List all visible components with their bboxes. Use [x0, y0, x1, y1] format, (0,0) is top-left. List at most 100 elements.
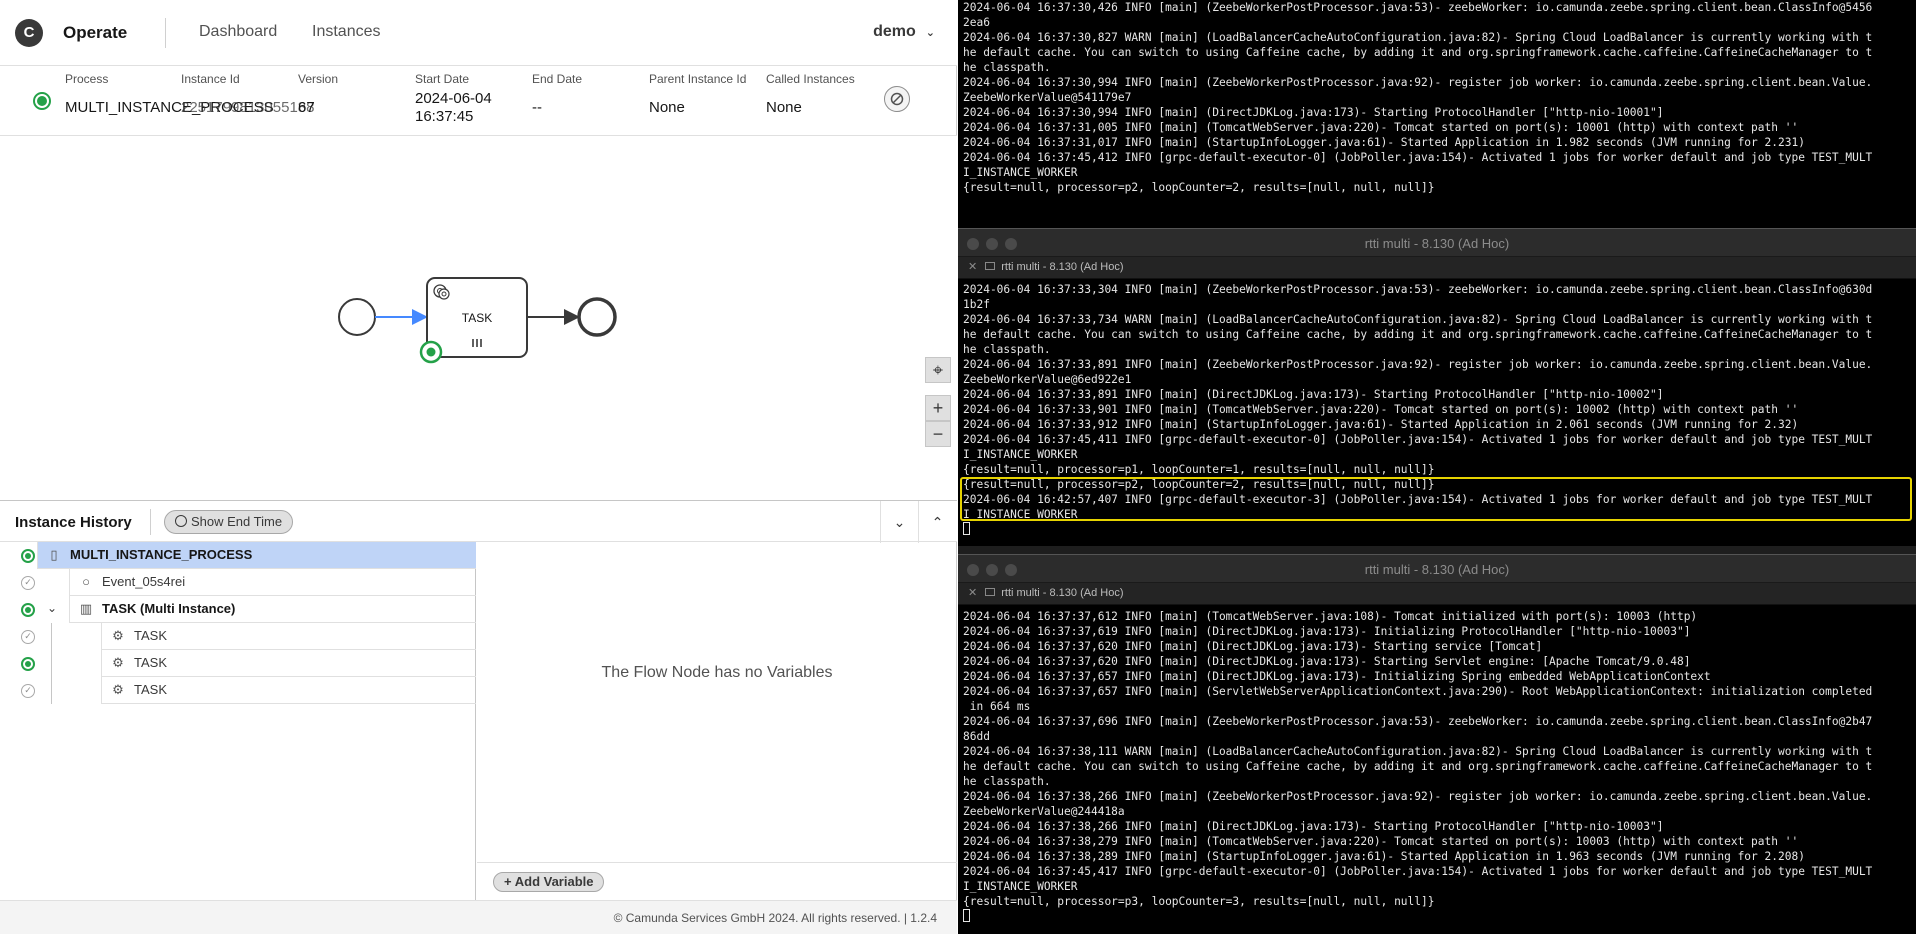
header-start-date: Start Date 2024-06-04 16:37:45: [415, 70, 492, 126]
user-menu[interactable]: demo ⌄: [873, 23, 935, 41]
cancel-instance-button[interactable]: [884, 86, 910, 112]
tree-node[interactable]: ○ Event_05s4rei: [69, 569, 476, 596]
highlight-box: [960, 477, 1912, 521]
tree-row-task-1[interactable]: ✓ ⚙ TASK: [0, 623, 476, 650]
terminal-line: 2024-06-04 16:37:33,891 INFO [main] (Dir…: [963, 388, 1664, 401]
show-end-time-toggle[interactable]: Show End Time: [164, 510, 294, 534]
terminal-line: in 664 ms: [963, 700, 1031, 713]
terminal-window-3[interactable]: rtti multi - 8.130 (Ad Hoc) ✕ rtti multi …: [958, 554, 1916, 934]
start-event-shape[interactable]: [338, 298, 376, 336]
terminal-titlebar[interactable]: rtti multi - 8.130 (Ad Hoc): [958, 229, 1916, 257]
terminal-line: I_INSTANCE_WORKER: [963, 448, 1078, 461]
crosshair-icon: ⌖: [932, 359, 944, 380]
terminal-title: rtti multi - 8.130 (Ad Hoc): [1364, 562, 1510, 577]
camunda-logo-icon[interactable]: C: [15, 19, 43, 47]
state-active-icon: [21, 603, 35, 617]
close-tab-icon[interactable]: ✕: [968, 261, 977, 273]
terminal-line: 2024-06-04 16:37:33,901 INFO [main] (Tom…: [963, 403, 1799, 416]
copyright-text: © Camunda Services GmbH 2024. All rights…: [613, 911, 937, 925]
show-end-time-label: Show End Time: [191, 514, 283, 529]
cancel-icon: [890, 92, 904, 106]
page-footer: © Camunda Services GmbH 2024. All rights…: [0, 900, 957, 934]
terminal-tab-label: rtti multi - 8.130 (Ad Hoc): [1001, 587, 1124, 599]
terminal-window-1[interactable]: 2024-06-04 16:37:30,426 INFO [main] (Zee…: [958, 0, 1916, 228]
terminal-line: he classpath.: [963, 343, 1051, 356]
tree-node[interactable]: ▯ MULTI_INSTANCE_PROCESS: [37, 542, 476, 569]
tree-node-label: TASK: [134, 628, 167, 643]
state-completed-icon: ✓: [21, 684, 35, 698]
collapse-panel-button[interactable]: ⌄: [880, 501, 918, 543]
terminal-line: 2ea6: [963, 16, 990, 29]
terminal-line: 2024-06-04 16:37:37,657 INFO [main] (Dir…: [963, 670, 1711, 683]
start-event-icon: ○: [82, 574, 90, 589]
terminal-line: 2024-06-04 16:37:45,417 INFO [grpc-defau…: [963, 865, 1873, 878]
start-date-label: Start Date: [415, 72, 470, 86]
terminal-line: 2024-06-04 16:37:33,734 WARN [main] (Loa…: [963, 313, 1873, 326]
terminal-line: 2024-06-04 16:37:38,266 INFO [main] (Dir…: [963, 820, 1664, 833]
tree-row-task-3[interactable]: ✓ ⚙ TASK: [0, 677, 476, 704]
nav-instances[interactable]: Instances: [312, 23, 380, 41]
zoom-in-button[interactable]: +: [925, 395, 951, 421]
header-end-date: End Date --: [532, 70, 582, 116]
terminal-tab[interactable]: ✕ rtti multi - 8.130 (Ad Hoc): [968, 260, 1123, 273]
terminal-line: ZeebeWorkerValue@6ed922e1: [963, 373, 1132, 386]
operate-app: C Operate Dashboard Instances demo ⌄ Proc…: [0, 0, 957, 934]
task-label: TASK: [462, 311, 492, 325]
terminal-line: {result=null, processor=p1, loopCounter=…: [963, 463, 1435, 476]
close-tab-icon[interactable]: ✕: [968, 587, 977, 599]
instance-header: Process MULTI_INSTANCE_PROCESS Instance …: [0, 66, 957, 136]
tree-node[interactable]: ⚙ TASK: [101, 623, 476, 650]
bpmn-diagram[interactable]: TASK ⌖ + −: [0, 136, 957, 500]
add-variable-button[interactable]: + Add Variable: [493, 872, 605, 892]
expand-up-icon: ⌃: [931, 513, 944, 530]
state-completed-icon: ✓: [21, 576, 35, 590]
tree-node[interactable]: ⚙ TASK: [101, 650, 476, 677]
start-date: 2024-06-04: [415, 90, 492, 107]
terminal-line: ZeebeWorkerValue@244418a: [963, 805, 1125, 818]
active-token-dot: [426, 347, 436, 357]
terminal-line: 2024-06-04 16:37:31,017 INFO [main] (Sta…: [963, 136, 1805, 149]
called-value: None: [766, 99, 802, 116]
parent-label: Parent Instance Id: [649, 72, 747, 86]
version-value: 67: [298, 99, 315, 116]
terminal-line: 2024-06-04 16:37:45,411 INFO [grpc-defau…: [963, 433, 1873, 446]
reset-view-button[interactable]: ⌖: [925, 357, 951, 383]
tree-row-multi-instance[interactable]: ⌄ ▥ TASK (Multi Instance): [0, 596, 476, 623]
terminal-line: 2024-06-04 16:37:37,619 INFO [main] (Dir…: [963, 625, 1691, 638]
clock-icon: [175, 515, 187, 527]
end-event-shape[interactable]: [577, 297, 617, 337]
tree-row-task-2[interactable]: ⚙ TASK: [0, 650, 476, 677]
service-task-icon: ⚙: [112, 682, 124, 697]
terminal-output[interactable]: 2024-06-04 16:37:30,426 INFO [main] (Zee…: [963, 0, 1913, 195]
tree-node[interactable]: ▥ TASK (Multi Instance): [69, 596, 476, 623]
instance-history-title: Instance History: [15, 514, 132, 531]
terminal-titlebar[interactable]: rtti multi - 8.130 (Ad Hoc): [958, 555, 1916, 583]
start-time: 16:37:45: [415, 108, 474, 125]
tree-node-label: MULTI_INSTANCE_PROCESS: [70, 547, 253, 562]
terminal-line: he classpath.: [963, 775, 1051, 788]
tree-row-event[interactable]: ✓ ○ Event_05s4rei: [0, 569, 476, 596]
terminal-tabbar: ✕ rtti multi - 8.130 (Ad Hoc): [958, 583, 1916, 605]
top-navigation: C Operate Dashboard Instances demo ⌄: [0, 0, 957, 66]
header-version: Version 67: [298, 70, 338, 116]
bpmn-canvas: TASK: [338, 277, 617, 364]
terminal-line: 86dd: [963, 730, 990, 743]
nav-dashboard[interactable]: Dashboard: [199, 23, 277, 41]
terminal-line: he default cache. You can switch to usin…: [963, 328, 1873, 341]
terminal-line: 2024-06-04 16:37:31,005 INFO [main] (Tom…: [963, 121, 1799, 134]
expand-panel-button[interactable]: ⌃: [918, 501, 956, 543]
terminal-icon: [985, 262, 996, 270]
tree-node[interactable]: ⚙ TASK: [101, 677, 476, 704]
app-brand[interactable]: Operate: [63, 23, 127, 43]
terminal-tab[interactable]: ✕ rtti multi - 8.130 (Ad Hoc): [968, 586, 1123, 599]
end-date-value: --: [532, 99, 542, 116]
terminal-window-2[interactable]: rtti multi - 8.130 (Ad Hoc) ✕ rtti multi …: [958, 228, 1916, 546]
chevron-down-icon[interactable]: ⌄: [47, 601, 57, 615]
tree-node-label: TASK (Multi Instance): [102, 601, 236, 616]
tree-row-process[interactable]: ▯ MULTI_INSTANCE_PROCESS: [0, 542, 476, 569]
zoom-out-button[interactable]: −: [925, 421, 951, 447]
terminal-output[interactable]: 2024-06-04 16:37:37,612 INFO [main] (Tom…: [963, 609, 1913, 924]
terminal-line: he classpath.: [963, 61, 1051, 74]
variables-panel: The Flow Node has no Variables: [477, 542, 957, 862]
terminal-line: 2024-06-04 16:37:38,111 WARN [main] (Loa…: [963, 745, 1873, 758]
